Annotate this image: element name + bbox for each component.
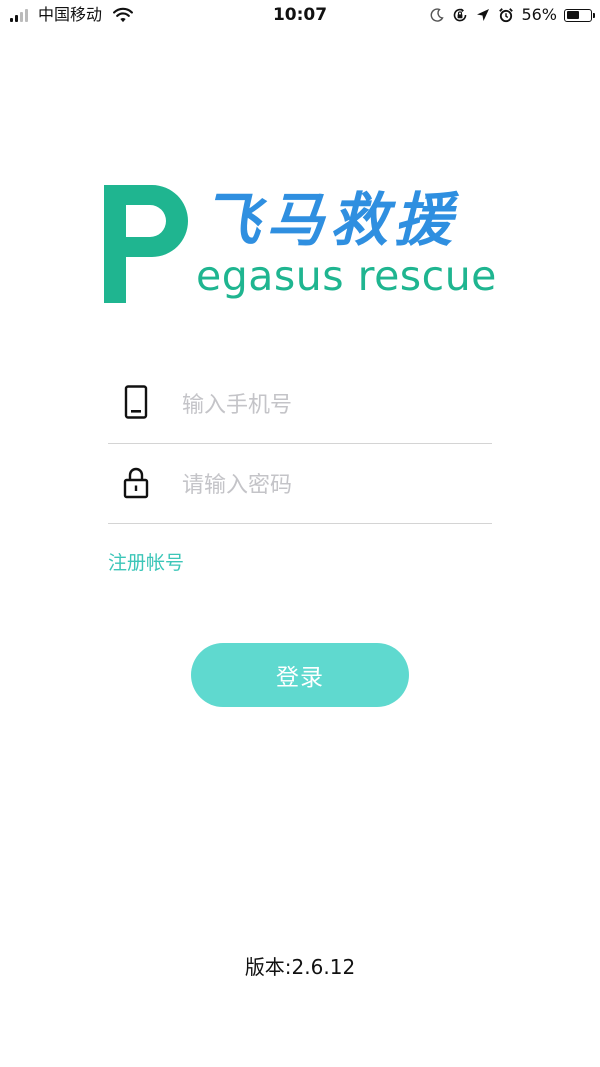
- login-screen: 中国移动 10:07 56% 飞马救援 egasus rescue 输入手机号 …: [0, 0, 600, 1067]
- logo-name-en: egasus rescue: [196, 252, 497, 300]
- alarm-icon: [499, 8, 514, 23]
- rotation-lock-icon: [454, 8, 467, 22]
- status-right: 56%: [429, 5, 595, 25]
- status-bar: 中国移动 10:07 56%: [0, 0, 600, 30]
- login-button[interactable]: 登录: [191, 643, 409, 707]
- location-icon: [477, 9, 490, 21]
- logo-name-cn: 飞马救援: [202, 186, 459, 254]
- version-label: 版本:2.6.12: [244, 955, 356, 979]
- battery-percent: 56%: [521, 5, 557, 24]
- logo-p-mark: [104, 185, 188, 303]
- moon-icon: [431, 8, 445, 22]
- password-input[interactable]: [182, 467, 482, 503]
- password-field: [108, 443, 492, 524]
- lock-icon: [123, 467, 149, 499]
- battery-level: [566, 11, 580, 19]
- phone-icon: [124, 385, 148, 419]
- battery-icon: [564, 8, 595, 22]
- app-logo: 飞马救援 egasus rescue: [104, 185, 496, 305]
- register-link[interactable]: 注册帐号: [108, 549, 184, 577]
- phone-input[interactable]: [182, 387, 482, 423]
- phone-field: [108, 363, 492, 444]
